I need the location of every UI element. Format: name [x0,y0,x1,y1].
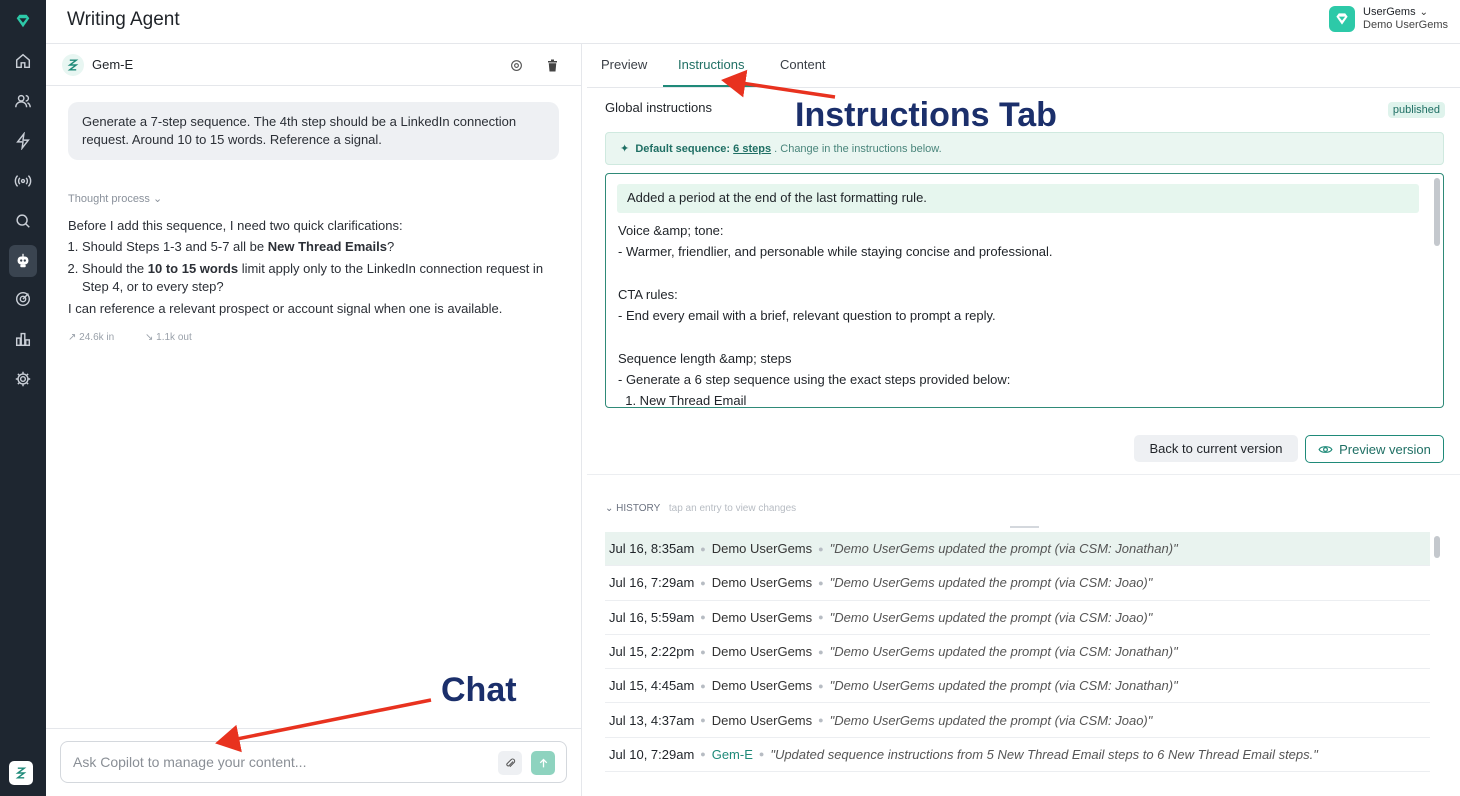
chat-input-box [60,741,567,783]
chevron-down-icon: ⌄ [153,193,163,205]
chevron-down-icon: ⌄ [605,503,614,514]
org-name: UserGems ⌄ [1363,6,1428,18]
user-message: Generate a 7-step sequence. The 4th step… [68,102,559,160]
history-list: Jul 16, 8:35am ● Demo UserGems ● "Demo UserG… [605,532,1430,773]
default-seq-steps-link[interactable]: 6 steps [733,143,771,155]
instructions-text[interactable]: Voice &amp; tone: - Warmer, friendlier, … [618,220,1418,407]
history-row[interactable]: Jul 16, 8:35am ● Demo UserGems ● "Demo UserG… [605,532,1430,567]
brand-logo-icon[interactable] [9,7,37,35]
chat-input[interactable] [73,752,493,772]
change-note: Added a period at the end of the last fo… [617,184,1419,213]
chat-annotation: Chat [441,671,517,709]
gear-icon[interactable] [506,55,526,75]
settings-icon[interactable] [9,365,37,393]
instructions-tab-annotation: Instructions Tab [795,96,1057,134]
tab-bar: Preview Instructions Content [587,44,1460,88]
paperclip-icon[interactable] [498,751,522,775]
tokens-in: ↗ 24.6k in [68,332,115,343]
nav-rail [0,0,46,796]
history-scrollbar[interactable] [1434,536,1440,558]
global-instructions-label: Global instructions [605,100,712,115]
org-logo-icon [1329,6,1356,32]
token-usage: ↗ 24.6k in ↘ 1.1k out [68,332,220,343]
history-row[interactable]: Jul 10, 7:29am ● Gem-E ● "Updated sequence i… [605,738,1430,773]
app-root: Writing Agent UserGems ⌄ Demo UserGems Ge… [0,0,1460,796]
default-seq-hint: . Change in the instructions below. [774,143,942,155]
sparkle-icon: ✦ [620,143,630,155]
section-divider [587,474,1460,475]
trash-icon[interactable] [542,55,562,75]
history-row[interactable]: Jul 15, 2:22pm ● Demo UserGems ● "Demo UserG… [605,635,1430,670]
reply-intro: Before I add this sequence, I need two q… [68,218,403,233]
org-sub: Demo UserGems [1363,19,1448,31]
chevron-down-icon: ⌄ [1419,7,1428,18]
tab-content[interactable]: Content [780,57,826,72]
default-seq-label: Default sequence: [635,143,731,155]
chat-composer [46,728,582,796]
history-label: HISTORY [616,503,661,514]
resize-handle[interactable] [1010,526,1039,528]
thought-process-toggle[interactable]: Thought process ⌄ [68,192,162,205]
preview-version-label: Preview version [1339,441,1431,457]
reply-outro: I can reference a relevant prospect or a… [68,301,503,316]
status-badge: published [1387,102,1445,118]
back-to-current-button[interactable]: Back to current version [1134,435,1298,462]
people-icon[interactable] [9,87,37,115]
send-button[interactable] [531,751,555,775]
reply-question-2: Should the 10 to 15 words limit apply on… [82,260,558,296]
tab-instructions[interactable]: Instructions [678,57,744,72]
history-hint: tap an entry to view changes [668,503,797,514]
search-icon[interactable] [9,207,37,235]
home-icon[interactable] [9,47,37,75]
history-toggle[interactable]: ⌄ HISTORY tap an entry to view changes [605,503,796,514]
reply-questions: Should Steps 1-3 and 5-7 all be New Thre… [82,238,558,296]
assistant-reply: Before I add this sequence, I need two q… [68,217,558,318]
preview-version-button[interactable]: Preview version [1305,435,1444,463]
org-switcher[interactable]: UserGems ⌄ Demo UserGems [1329,6,1448,32]
lightning-icon[interactable] [9,127,37,155]
content-panel: Preview Instructions Content Global inst… [587,44,1460,796]
history-row[interactable]: Jul 15, 4:45am ● Demo UserGems ● "Demo UserG… [605,669,1430,704]
copilot-launcher-icon[interactable] [9,761,33,785]
history-row[interactable]: Jul 13, 4:37am ● Demo UserGems ● "Demo UserG… [605,703,1430,738]
editor-scrollbar[interactable] [1434,178,1440,246]
instructions-editor[interactable]: Added a period at the end of the last fo… [605,173,1444,408]
eye-icon [1318,445,1333,453]
tokens-out: ↘ 1.1k out [144,332,192,343]
agent-avatar [62,54,84,76]
agent-name: Gem-E [92,57,134,72]
reply-question-1: Should Steps 1-3 and 5-7 all be New Thre… [82,238,558,256]
thought-process-label: Thought process [68,193,150,205]
chat-header: Gem-E [46,44,582,86]
analytics-icon[interactable] [9,325,37,353]
history-row[interactable]: Jul 16, 7:29am ● Demo UserGems ● "Demo UserG… [605,566,1430,601]
default-sequence-banner: ✦ Default sequence: 6 steps . Change in … [605,132,1444,165]
page-title: Writing Agent [67,9,180,30]
active-tab-indicator [663,85,764,87]
target-icon[interactable] [9,285,37,313]
broadcast-icon[interactable] [9,167,37,195]
tab-preview[interactable]: Preview [601,57,647,72]
history-row[interactable]: Jul 16, 5:59am ● Demo UserGems ● "Demo UserG… [605,601,1430,635]
top-bar: Writing Agent UserGems ⌄ Demo UserGems [46,0,1460,44]
agent-icon[interactable] [9,245,37,277]
